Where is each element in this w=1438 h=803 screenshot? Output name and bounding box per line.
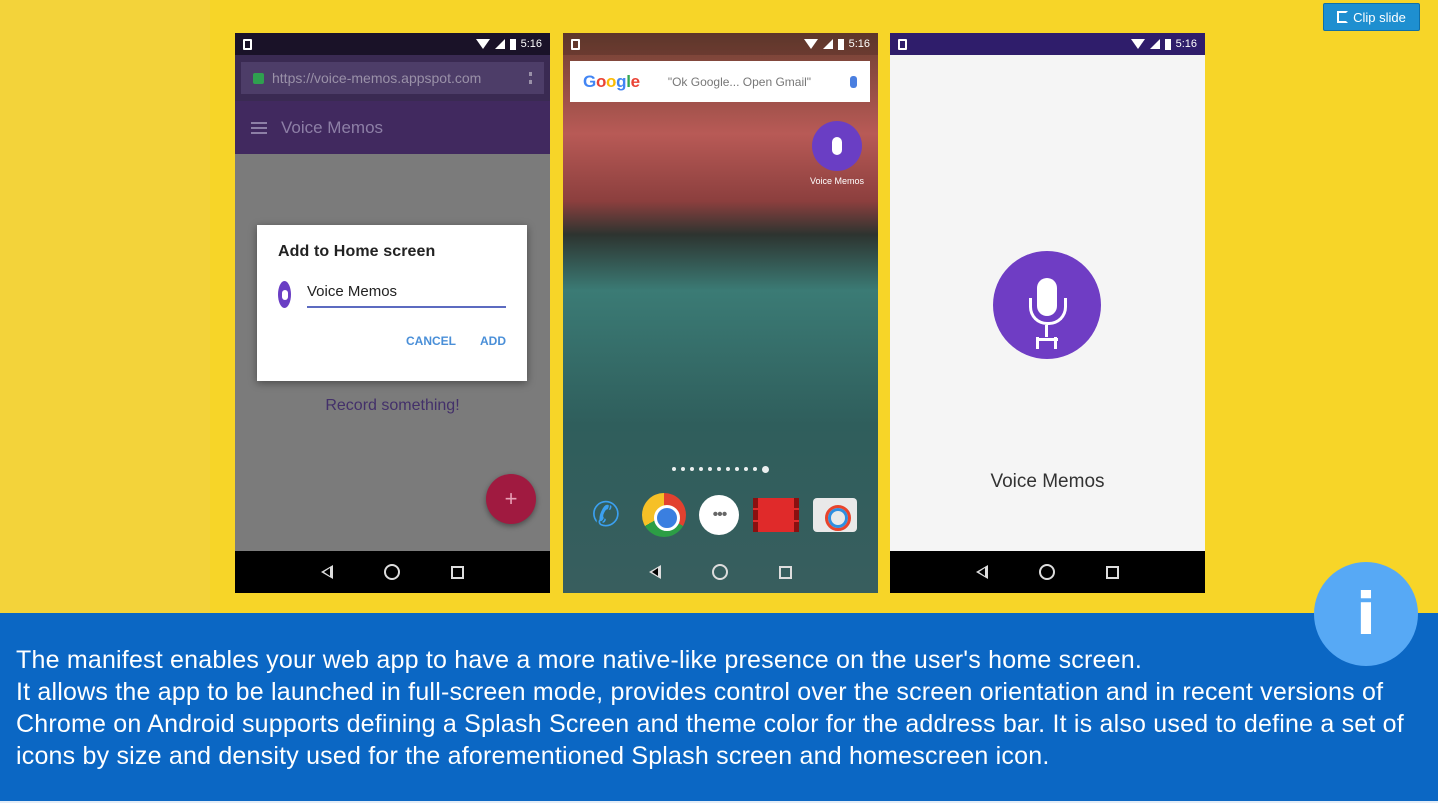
- signal-icon: [494, 39, 505, 49]
- video-app-icon[interactable]: [753, 498, 800, 532]
- browser-url-bar: https://voice-memos.appspot.com: [235, 55, 550, 101]
- signal-icon: [1149, 39, 1160, 49]
- search-hint: "Ok Google... Open Gmail": [667, 74, 812, 89]
- info-icon[interactable]: i: [1314, 562, 1418, 666]
- phone-add-to-homescreen: 5:16 https://voice-memos.appspot.com Voi…: [235, 33, 550, 593]
- cancel-button[interactable]: CANCEL: [406, 334, 456, 348]
- shortcut-name-input[interactable]: [307, 281, 506, 308]
- wifi-icon: [475, 39, 490, 49]
- clip-slide-button[interactable]: Clip slide: [1323, 3, 1420, 31]
- battery-icon: [509, 38, 516, 50]
- back-icon[interactable]: [648, 565, 661, 579]
- status-bar: 5:16: [890, 33, 1205, 55]
- home-icon[interactable]: [383, 564, 400, 580]
- shortcut-icon: [812, 121, 862, 171]
- clip-icon: [1337, 11, 1349, 23]
- wifi-icon: [803, 39, 818, 49]
- camera-icon[interactable]: [813, 498, 858, 532]
- app-icon: [278, 281, 291, 308]
- home-icon[interactable]: [1038, 564, 1055, 580]
- dialog-title: Add to Home screen: [278, 243, 436, 260]
- phone-home-screen: 5:16 Google "Ok Google... Open Gmail" Vo…: [563, 33, 878, 593]
- app-drawer-icon[interactable]: •••: [699, 495, 740, 535]
- status-bar: 5:16: [235, 33, 550, 55]
- splash-title: Voice Memos: [990, 471, 1105, 492]
- recents-icon[interactable]: [451, 565, 465, 579]
- status-time: 5:16: [520, 38, 542, 50]
- app-bar: Voice Memos: [235, 101, 550, 154]
- status-bar: 5:16: [563, 33, 878, 55]
- menu-icon[interactable]: [251, 121, 267, 134]
- google-logo: Google: [583, 71, 640, 91]
- signal-icon: [822, 39, 833, 49]
- notification-icon: [243, 38, 252, 50]
- splash-logo: [993, 251, 1101, 359]
- info-badge-letter: i: [1356, 580, 1376, 648]
- phone-splash-screen: 5:16 Voice Memos: [890, 33, 1205, 593]
- shortcut-label: Voice Memos: [809, 176, 865, 186]
- microphone-icon: [1029, 278, 1067, 337]
- microphone-icon: [281, 289, 288, 300]
- clip-slide-label: Clip slide: [1353, 9, 1406, 25]
- back-icon[interactable]: [975, 565, 988, 579]
- app-dock: ✆ •••: [563, 491, 878, 539]
- plus-icon: +: [504, 486, 518, 511]
- nav-bar: [235, 551, 550, 593]
- notification-icon: [571, 38, 580, 50]
- add-to-homescreen-dialog: Add to Home screen CANCEL ADD: [257, 225, 527, 381]
- microphone-icon: [832, 137, 842, 155]
- home-icon[interactable]: [711, 564, 728, 580]
- lock-icon: [253, 72, 264, 84]
- add-memo-fab[interactable]: +: [486, 474, 536, 524]
- url-text: https://voice-memos.appspot.com: [272, 70, 482, 86]
- recents-icon[interactable]: [1106, 565, 1120, 579]
- nav-bar: [563, 551, 878, 593]
- status-time: 5:16: [848, 38, 870, 50]
- battery-icon: [1164, 38, 1171, 50]
- back-icon[interactable]: [320, 565, 333, 579]
- status-time: 5:16: [1175, 38, 1197, 50]
- chrome-icon[interactable]: [641, 493, 686, 537]
- info-description: The manifest enables your web app to hav…: [16, 646, 1404, 770]
- record-prompt: Record something!: [325, 397, 460, 414]
- page-indicator: [563, 466, 878, 473]
- notification-icon: [898, 38, 907, 50]
- wifi-icon: [1130, 39, 1145, 49]
- app-title: Voice Memos: [281, 117, 384, 137]
- overflow-menu-icon[interactable]: [529, 72, 532, 84]
- url-field[interactable]: https://voice-memos.appspot.com: [241, 62, 544, 94]
- voice-search-icon[interactable]: [850, 75, 857, 88]
- voice-memos-shortcut[interactable]: Voice Memos: [805, 121, 869, 186]
- nav-bar: [890, 551, 1205, 593]
- google-search-widget[interactable]: Google "Ok Google... Open Gmail": [570, 61, 870, 102]
- add-button[interactable]: ADD: [480, 334, 506, 348]
- phone-app-icon[interactable]: ✆: [584, 493, 628, 537]
- recents-icon[interactable]: [779, 565, 793, 579]
- battery-icon: [837, 38, 844, 50]
